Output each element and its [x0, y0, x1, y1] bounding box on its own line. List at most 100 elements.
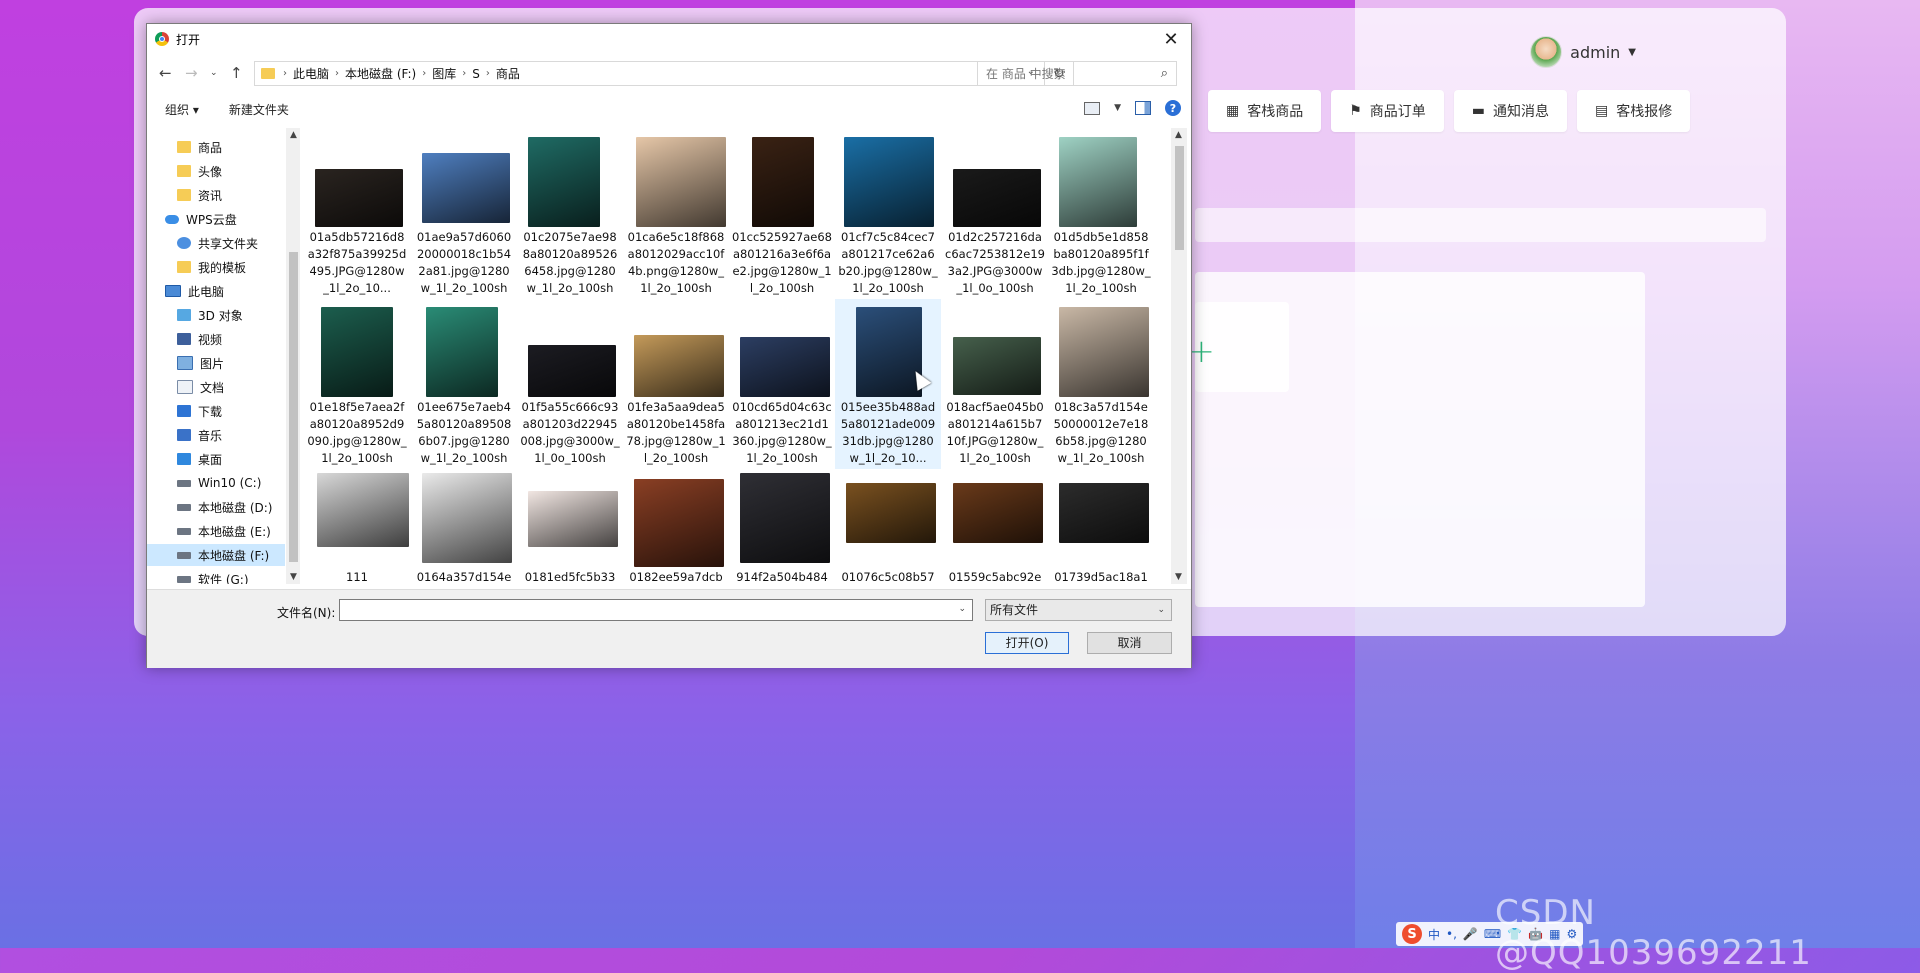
file-name: 914f2a504b484	[736, 570, 828, 584]
address-bar[interactable]: › 此电脑 › 本地磁盘 (F:) › 图库 › S › 商品 ⌄ ↻	[254, 61, 1074, 86]
file-tile[interactable]: 111	[307, 473, 409, 585]
open-button[interactable]: 打开(O)	[985, 632, 1069, 654]
file-tile[interactable]: 01c2075e7ae988a80120a895266458.jpg@1280w…	[520, 133, 620, 299]
user-name[interactable]: admin	[1570, 43, 1620, 62]
tree-item[interactable]: 文档	[147, 376, 285, 398]
breadcrumb-item[interactable]: 此电脑	[293, 65, 329, 82]
tree-item[interactable]: 资讯	[147, 184, 285, 206]
ime-item[interactable]: •,	[1446, 927, 1457, 941]
tree-item[interactable]: 商品	[147, 136, 285, 158]
breadcrumb-item[interactable]: 图库	[432, 65, 456, 82]
tree-item[interactable]: 本地磁盘 (F:)	[147, 544, 285, 566]
tree-item[interactable]: 音乐	[147, 424, 285, 446]
organize-button[interactable]: 组织 ▾	[165, 101, 199, 118]
tree-scroll-thumb[interactable]	[289, 252, 298, 562]
sogou-ime-logo[interactable]: S	[1402, 924, 1422, 944]
file-name: 01076c5c08b57	[841, 570, 935, 584]
new-folder-button[interactable]: 新建文件夹	[229, 101, 289, 118]
help-icon[interactable]: ?	[1165, 100, 1181, 116]
pc-icon	[165, 285, 181, 297]
image-thumbnail	[528, 137, 600, 227]
preview-pane-icon[interactable]	[1135, 101, 1151, 115]
tree-item[interactable]: 我的模板	[147, 256, 285, 278]
file-tile[interactable]: 0181ed5fc5b33	[520, 473, 620, 585]
file-name: 0164a357d154e	[416, 570, 512, 584]
nav-repairs[interactable]: ▤ 客栈报修	[1577, 90, 1691, 132]
file-name: 01739d5ac18a1	[1054, 570, 1148, 584]
grid-scroll-thumb[interactable]	[1175, 146, 1184, 250]
view-dropdown-icon[interactable]: ▼	[1114, 103, 1121, 113]
caret-down-icon[interactable]: ▼	[1628, 47, 1636, 58]
desktop-icon	[177, 453, 191, 465]
breadcrumb-item[interactable]: 商品	[496, 65, 520, 82]
tree-item[interactable]: 桌面	[147, 448, 285, 470]
ime-item[interactable]: 中	[1428, 926, 1440, 943]
file-tile[interactable]: 01559c5abc92e	[945, 473, 1045, 585]
file-tile[interactable]: 01e18f5e7aea2fa80120a8952d9090.jpg@1280w…	[307, 303, 407, 469]
tree-item[interactable]: 本地磁盘 (D:)	[147, 496, 285, 518]
tree-item-label: 软件 (G:)	[198, 572, 249, 585]
file-tile[interactable]: 0182ee59a7dcb	[626, 473, 726, 585]
chevron-down-icon[interactable]: ⌄	[1157, 600, 1165, 620]
tree-item[interactable]: 视频	[147, 328, 285, 350]
chevron-down-icon[interactable]: ⌄	[958, 604, 966, 614]
cancel-button[interactable]: 取消	[1087, 632, 1172, 654]
tree-item[interactable]: 头像	[147, 160, 285, 182]
file-tile[interactable]: 01ee675e7aeb45a80120a895086b07.jpg@1280w…	[414, 303, 514, 469]
file-tile[interactable]: 01ae9a57d606020000018c1b542a81.jpg@1280w…	[414, 133, 514, 299]
up-arrow-icon[interactable]: ↑	[230, 64, 243, 82]
file-tile[interactable]: 914f2a504b484	[732, 473, 832, 585]
file-tile[interactable]: 018c3a57d154e50000012e7e186b58.jpg@1280w…	[1051, 303, 1151, 469]
nav-goods-orders[interactable]: ⚑ 商品订单	[1331, 90, 1444, 132]
nav-notifications[interactable]: ▬ 通知消息	[1453, 90, 1568, 132]
microphone-icon[interactable]: 🎤	[1463, 927, 1478, 941]
file-tile[interactable]: 01fe3a5aa9dea5a80120be1458fa78.jpg@1280w…	[626, 303, 726, 469]
tree-item[interactable]: 此电脑	[147, 280, 285, 302]
tree-item-label: 图片	[200, 356, 225, 371]
breadcrumb-item[interactable]: S	[472, 67, 480, 81]
tree-item[interactable]: 图片	[147, 352, 285, 374]
file-tile[interactable]: 01d5db5e1d858ba80120a895f1f3db.jpg@1280w…	[1051, 133, 1151, 299]
tree-item[interactable]: 下载	[147, 400, 285, 422]
file-tile[interactable]: 01cf7c5c84cec7a801217ce62a6b20.jpg@1280w…	[838, 133, 938, 299]
filename-input[interactable]: ⌄	[339, 599, 973, 621]
breadcrumb-item[interactable]: 本地磁盘 (F:)	[345, 65, 416, 82]
filetype-select[interactable]: 所有文件 ⌄	[985, 599, 1172, 621]
file-tile[interactable]: 01a5db57216d8a32f875a39925d495.JPG@1280w…	[307, 133, 407, 299]
drive-icon	[177, 575, 191, 583]
plus-icon[interactable]: +	[1188, 332, 1215, 370]
recent-dropdown-icon[interactable]: ⌄	[210, 68, 218, 78]
avatar[interactable]	[1530, 36, 1563, 68]
file-tile[interactable]: 01f5a55c666c93a801203d22945008.jpg@3000w…	[520, 303, 620, 469]
file-tile[interactable]: 01739d5ac18a1	[1051, 473, 1151, 585]
file-tile[interactable]: 01d2c257216dac6ac7253812e193a2.JPG@3000w…	[945, 133, 1045, 299]
search-icon[interactable]: ⌕	[1161, 66, 1168, 81]
view-options-icon[interactable]	[1084, 101, 1101, 115]
download-icon	[177, 405, 191, 417]
back-arrow-icon[interactable]: ←	[159, 64, 172, 82]
file-tile[interactable]: 018acf5ae045b0a801214a615b710f.JPG@1280w…	[945, 303, 1045, 469]
close-button[interactable]: ✕	[1151, 24, 1191, 54]
dialog-toolbar: 组织 ▾ 新建文件夹 ▼ ?	[147, 94, 1191, 124]
tree-item[interactable]: WPS云盘	[147, 208, 285, 230]
tree-item[interactable]: 本地磁盘 (E:)	[147, 520, 285, 542]
scroll-down-icon[interactable]: ▼	[290, 572, 297, 582]
scroll-down-icon[interactable]: ▼	[1175, 572, 1182, 582]
tree-item[interactable]: 软件 (G:)	[147, 568, 285, 584]
file-tile[interactable]: 01076c5c08b57	[838, 473, 938, 585]
search-placeholder: 在 商品 中搜索	[986, 67, 1066, 81]
nav-hotel-goods[interactable]: ▦ 客栈商品	[1208, 90, 1322, 132]
file-tile[interactable]: 0164a357d154e	[414, 473, 514, 585]
file-tile[interactable]: 01cc525927ae68a801216a3e6f6ae2.jpg@1280w…	[732, 133, 832, 299]
app-nav: ▦ 客栈商品 ⚑ 商品订单 ▬ 通知消息 ▤ 客栈报修	[1208, 90, 1691, 132]
tree-item[interactable]: Win10 (C:)	[147, 472, 285, 494]
tree-item[interactable]: 共享文件夹	[147, 232, 285, 254]
search-input[interactable]: 在 商品 中搜索 ⌕	[977, 61, 1177, 86]
file-tile[interactable]: 01ca6e5c18f868a8012029acc10f4b.png@1280w…	[626, 133, 726, 299]
scroll-up-icon[interactable]: ▲	[1175, 130, 1182, 140]
file-tile[interactable]: 010cd65d04c63ca801213ec21d1360.jpg@1280w…	[732, 303, 832, 469]
scroll-up-icon[interactable]: ▲	[290, 130, 297, 140]
user-menu[interactable]: admin ▼	[1530, 36, 1636, 68]
tree-item[interactable]: 3D 对象	[147, 304, 285, 326]
forward-arrow-icon[interactable]: →	[185, 64, 198, 82]
